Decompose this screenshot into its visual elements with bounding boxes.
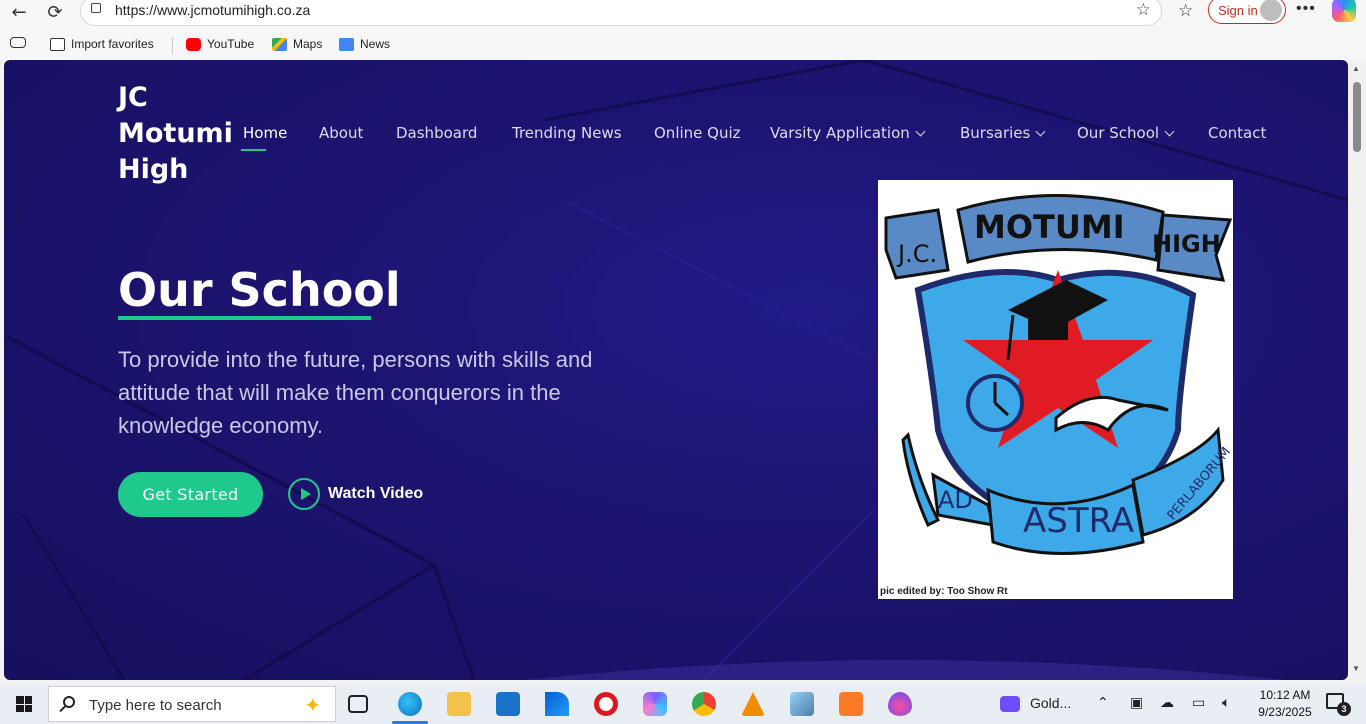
nav-our-school[interactable]: Our School	[1077, 124, 1175, 142]
scroll-up-icon[interactable]: ▲	[1352, 64, 1360, 73]
cloud-icon[interactable]: ☁	[1160, 695, 1174, 711]
sign-in-button[interactable]: Sign in	[1208, 0, 1286, 24]
notification-icon[interactable]: 3	[1326, 693, 1351, 716]
app-icon[interactable]	[888, 692, 912, 716]
gold-app-label[interactable]: Gold...	[1030, 695, 1071, 711]
notification-count: 3	[1337, 702, 1351, 716]
bookmark-label: News	[360, 37, 391, 51]
bookmark-import-favorites[interactable]: Import favorites	[50, 37, 154, 51]
chevron-down-icon	[915, 126, 926, 137]
copilot-icon[interactable]	[1332, 0, 1356, 22]
bookmarks-bar: Import favorites YouTube Maps News	[0, 30, 1366, 60]
clock-date: 9/23/2025	[1258, 705, 1312, 719]
windows-start-icon[interactable]	[16, 696, 32, 712]
xampp-icon[interactable]	[839, 692, 863, 716]
nav-label: Our School	[1077, 124, 1160, 142]
hero-title: Our School	[118, 263, 401, 317]
nav-varsity-application[interactable]: Varsity Application	[770, 124, 926, 142]
crest-motto-center: ASTRA	[1023, 501, 1134, 541]
nav-online-quiz[interactable]: Online Quiz	[654, 124, 741, 142]
taskbar-search-box[interactable]: Type here to search ✦	[48, 686, 336, 722]
import-icon	[50, 37, 65, 51]
chevron-up-icon[interactable]: ⌃	[1097, 695, 1109, 711]
app-icon[interactable]	[790, 692, 814, 716]
sparkle-icon: ✦	[304, 693, 321, 717]
search-placeholder: Type here to search	[89, 697, 222, 714]
bookmark-maps[interactable]: Maps	[272, 37, 322, 51]
site-logo[interactable]: JC Motumi High	[118, 80, 238, 188]
crest-motto-left: AD	[938, 486, 973, 514]
nav-label: Varsity Application	[770, 124, 910, 142]
play-icon	[288, 478, 320, 510]
chrome-icon[interactable]	[692, 692, 716, 716]
chevron-down-icon	[1164, 126, 1175, 137]
avatar	[1260, 0, 1282, 21]
news-icon	[339, 37, 354, 51]
file-explorer-icon[interactable]	[447, 692, 471, 716]
system-clock[interactable]: 10:12 AM 9/23/2025	[1250, 687, 1320, 721]
task-view-icon[interactable]	[348, 695, 368, 713]
image-credit: pic edited by: Too Show Rt	[880, 586, 1008, 597]
nav-trending-news[interactable]: Trending News	[512, 124, 622, 142]
crest-emblem: MOTUMI J.C. HIGH AD ASTRA PERLABORUM	[884, 194, 1234, 555]
browser-toolbar: ← ⟳ https://www.jcmotumihigh.co.za ☆ ☆ S…	[0, 0, 1366, 30]
nav-contact[interactable]: Contact	[1208, 124, 1266, 142]
app-icon[interactable]	[545, 692, 569, 716]
search-icon	[63, 696, 75, 708]
volume-icon[interactable]: 🔈︎	[1222, 695, 1230, 711]
crest-right-text: HIGH	[1152, 230, 1221, 258]
bookmark-youtube[interactable]: YouTube	[186, 37, 254, 51]
lock-icon	[91, 3, 101, 13]
vlc-icon[interactable]	[741, 692, 765, 716]
favorites-icon[interactable]: ☆	[1178, 1, 1193, 21]
watch-video-link[interactable]: Watch Video	[288, 478, 423, 510]
bookmark-label: Import favorites	[71, 37, 154, 51]
bookmark-news[interactable]: News	[339, 37, 390, 51]
web-page: JC Motumi High Home About Dashboard Tren…	[4, 60, 1348, 680]
nav-dashboard[interactable]: Dashboard	[396, 124, 477, 142]
bookmark-label: Maps	[293, 37, 323, 51]
back-icon[interactable]: ←	[6, 2, 32, 24]
meet-icon[interactable]: ▣	[1130, 695, 1143, 711]
app-icon[interactable]	[643, 692, 667, 716]
get-started-button[interactable]: Get Started	[118, 472, 263, 517]
edge-icon[interactable]	[392, 692, 428, 724]
address-bar[interactable]: https://www.jcmotumihigh.co.za ☆	[80, 0, 1162, 26]
school-crest-image: MOTUMI J.C. HIGH AD ASTRA PERLABORUM pic…	[878, 180, 1234, 599]
windows-taskbar: Type here to search ✦ Gold... ⌃ ▣ ☁ ▭ 🔈︎…	[0, 684, 1366, 724]
nav-active-indicator	[241, 149, 266, 151]
chevron-down-icon	[1035, 126, 1046, 137]
mail-icon[interactable]	[496, 692, 520, 716]
refresh-icon[interactable]: ⟳	[42, 2, 68, 24]
url-text[interactable]: https://www.jcmotumihigh.co.za	[115, 2, 310, 18]
nav-bursaries[interactable]: Bursaries	[960, 124, 1046, 142]
opera-icon[interactable]	[594, 692, 618, 716]
page-scrollbar[interactable]: ▲ ▼	[1348, 60, 1366, 680]
scroll-down-icon[interactable]: ▼	[1352, 664, 1360, 673]
bookmark-label: YouTube	[207, 37, 255, 51]
hero-title-underline	[118, 316, 371, 320]
watch-video-label: Watch Video	[328, 485, 424, 502]
divider	[172, 37, 173, 54]
hero-description: To provide into the future, persons with…	[118, 347, 593, 438]
maps-icon	[272, 37, 287, 51]
battery-icon[interactable]: ▭	[1192, 695, 1205, 711]
crest-left-text: J.C.	[896, 240, 937, 268]
nav-home[interactable]: Home	[243, 124, 287, 142]
sign-in-label: Sign in	[1218, 3, 1258, 18]
nav-about[interactable]: About	[319, 124, 363, 142]
crest-top-text: MOTUMI	[974, 208, 1125, 246]
collections-icon[interactable]	[10, 37, 26, 48]
scrollbar-thumb[interactable]	[1353, 82, 1361, 152]
gold-app-icon[interactable]	[1000, 696, 1020, 712]
favorite-star-icon[interactable]: ☆	[1136, 0, 1151, 20]
youtube-icon	[186, 37, 201, 51]
more-menu-icon[interactable]: •••	[1296, 0, 1316, 18]
clock-time: 10:12 AM	[1259, 688, 1311, 702]
nav-label: Bursaries	[960, 124, 1031, 142]
